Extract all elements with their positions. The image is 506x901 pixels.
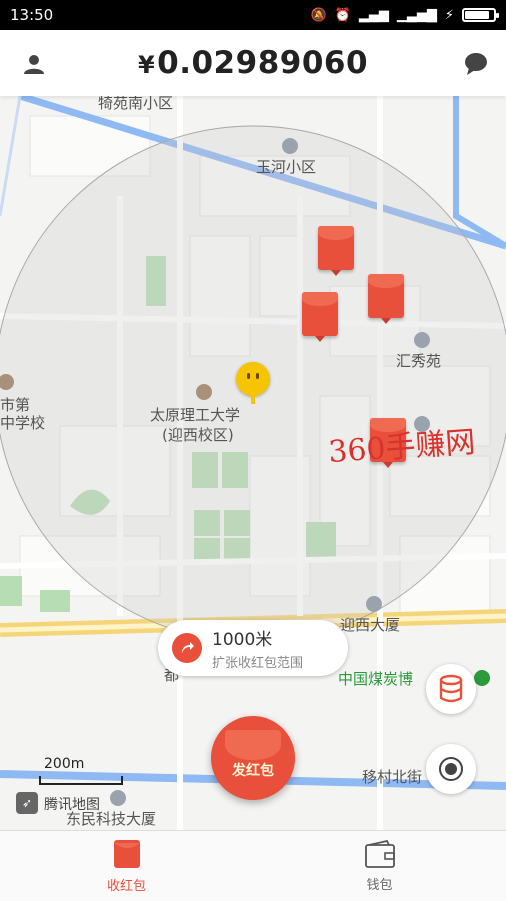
user-icon (24, 55, 44, 74)
coin-button[interactable] (426, 664, 476, 714)
map-label-school-2: 中学校 (0, 414, 46, 432)
community-icon (110, 790, 126, 806)
bottom-tab-bar: 收红包 钱包 (0, 830, 506, 901)
tab-receive-red-packet[interactable]: 收红包 (0, 831, 253, 901)
coin-stack-icon (439, 674, 463, 703)
map-provider: 腾讯地图 (44, 797, 100, 813)
map-view[interactable]: 犄苑南小区 玉河小区 汇秀苑 市第 中学校 太原理工大学 (迎西校区) 迎西大厦… (0, 96, 506, 830)
tab-wallet[interactable]: 钱包 (253, 831, 506, 901)
balance-value: 0.02989060 (157, 45, 369, 81)
send-red-packet-label: 发红包 (232, 763, 274, 779)
alarm-icon: ⏰ (334, 7, 351, 23)
profile-button[interactable] (18, 48, 50, 80)
red-packet[interactable] (368, 274, 404, 324)
school-icon (196, 384, 212, 400)
compass-icon: ➶ (16, 792, 38, 814)
messages-button[interactable] (460, 48, 492, 80)
status-bar: 13:50 🔕 ⏰ ▂▄▆ ▁▃▅▇ ⚡ (0, 0, 506, 30)
map-label-yingxi: 迎西大厦 (340, 616, 401, 634)
balance-display: ¥0.02989060 (138, 45, 368, 81)
map-label-university-campus: (迎西校区) (162, 426, 234, 444)
envelope-icon (113, 839, 140, 868)
wifi-icon: ▂▄▆ (358, 7, 389, 23)
chat-icon (465, 53, 487, 75)
mute-icon: 🔕 (310, 7, 327, 23)
map-scale-label: 200m (44, 756, 85, 772)
expand-range-text: 扩张收红包范围 (212, 656, 304, 671)
red-packet[interactable] (302, 292, 338, 342)
map-label-university: 太原理工大学 (150, 406, 241, 424)
community-icon (282, 138, 298, 154)
red-packet[interactable] (318, 226, 354, 276)
range-distance: 1000米 (212, 630, 273, 650)
signal-icon: ▁▃▅▇ (396, 7, 437, 23)
status-icons: 🔕 ⏰ ▂▄▆ ▁▃▅▇ ⚡ (310, 7, 499, 23)
community-icon (366, 596, 382, 612)
battery-icon (462, 8, 499, 22)
send-red-packet-button[interactable]: 发红包 (211, 716, 295, 800)
museum-icon (474, 670, 490, 686)
locate-icon (439, 757, 463, 781)
status-time: 13:50 (10, 6, 54, 24)
location-arrow-icon (172, 633, 202, 663)
map-label-huixiu: 汇秀苑 (396, 352, 442, 370)
map-label-coal-museum: 中国煤炭博 (338, 670, 414, 688)
locate-button[interactable] (426, 744, 476, 794)
user-location-pin (236, 362, 270, 404)
tab-label: 收红包 (106, 878, 146, 894)
community-icon (414, 332, 430, 348)
map-label-yuhe: 玉河小区 (256, 158, 317, 176)
map-label-community: 犄苑南小区 (98, 96, 174, 112)
tab-label: 钱包 (366, 877, 393, 893)
currency-symbol: ¥ (137, 51, 156, 79)
wallet-icon (364, 839, 395, 868)
expand-range-tooltip[interactable]: 1000米 扩张收红包范围 (158, 620, 348, 676)
charging-icon: ⚡ (444, 7, 454, 23)
map-label-street: 移村北街 (362, 768, 423, 786)
app-header: ¥0.02989060 (0, 30, 506, 96)
